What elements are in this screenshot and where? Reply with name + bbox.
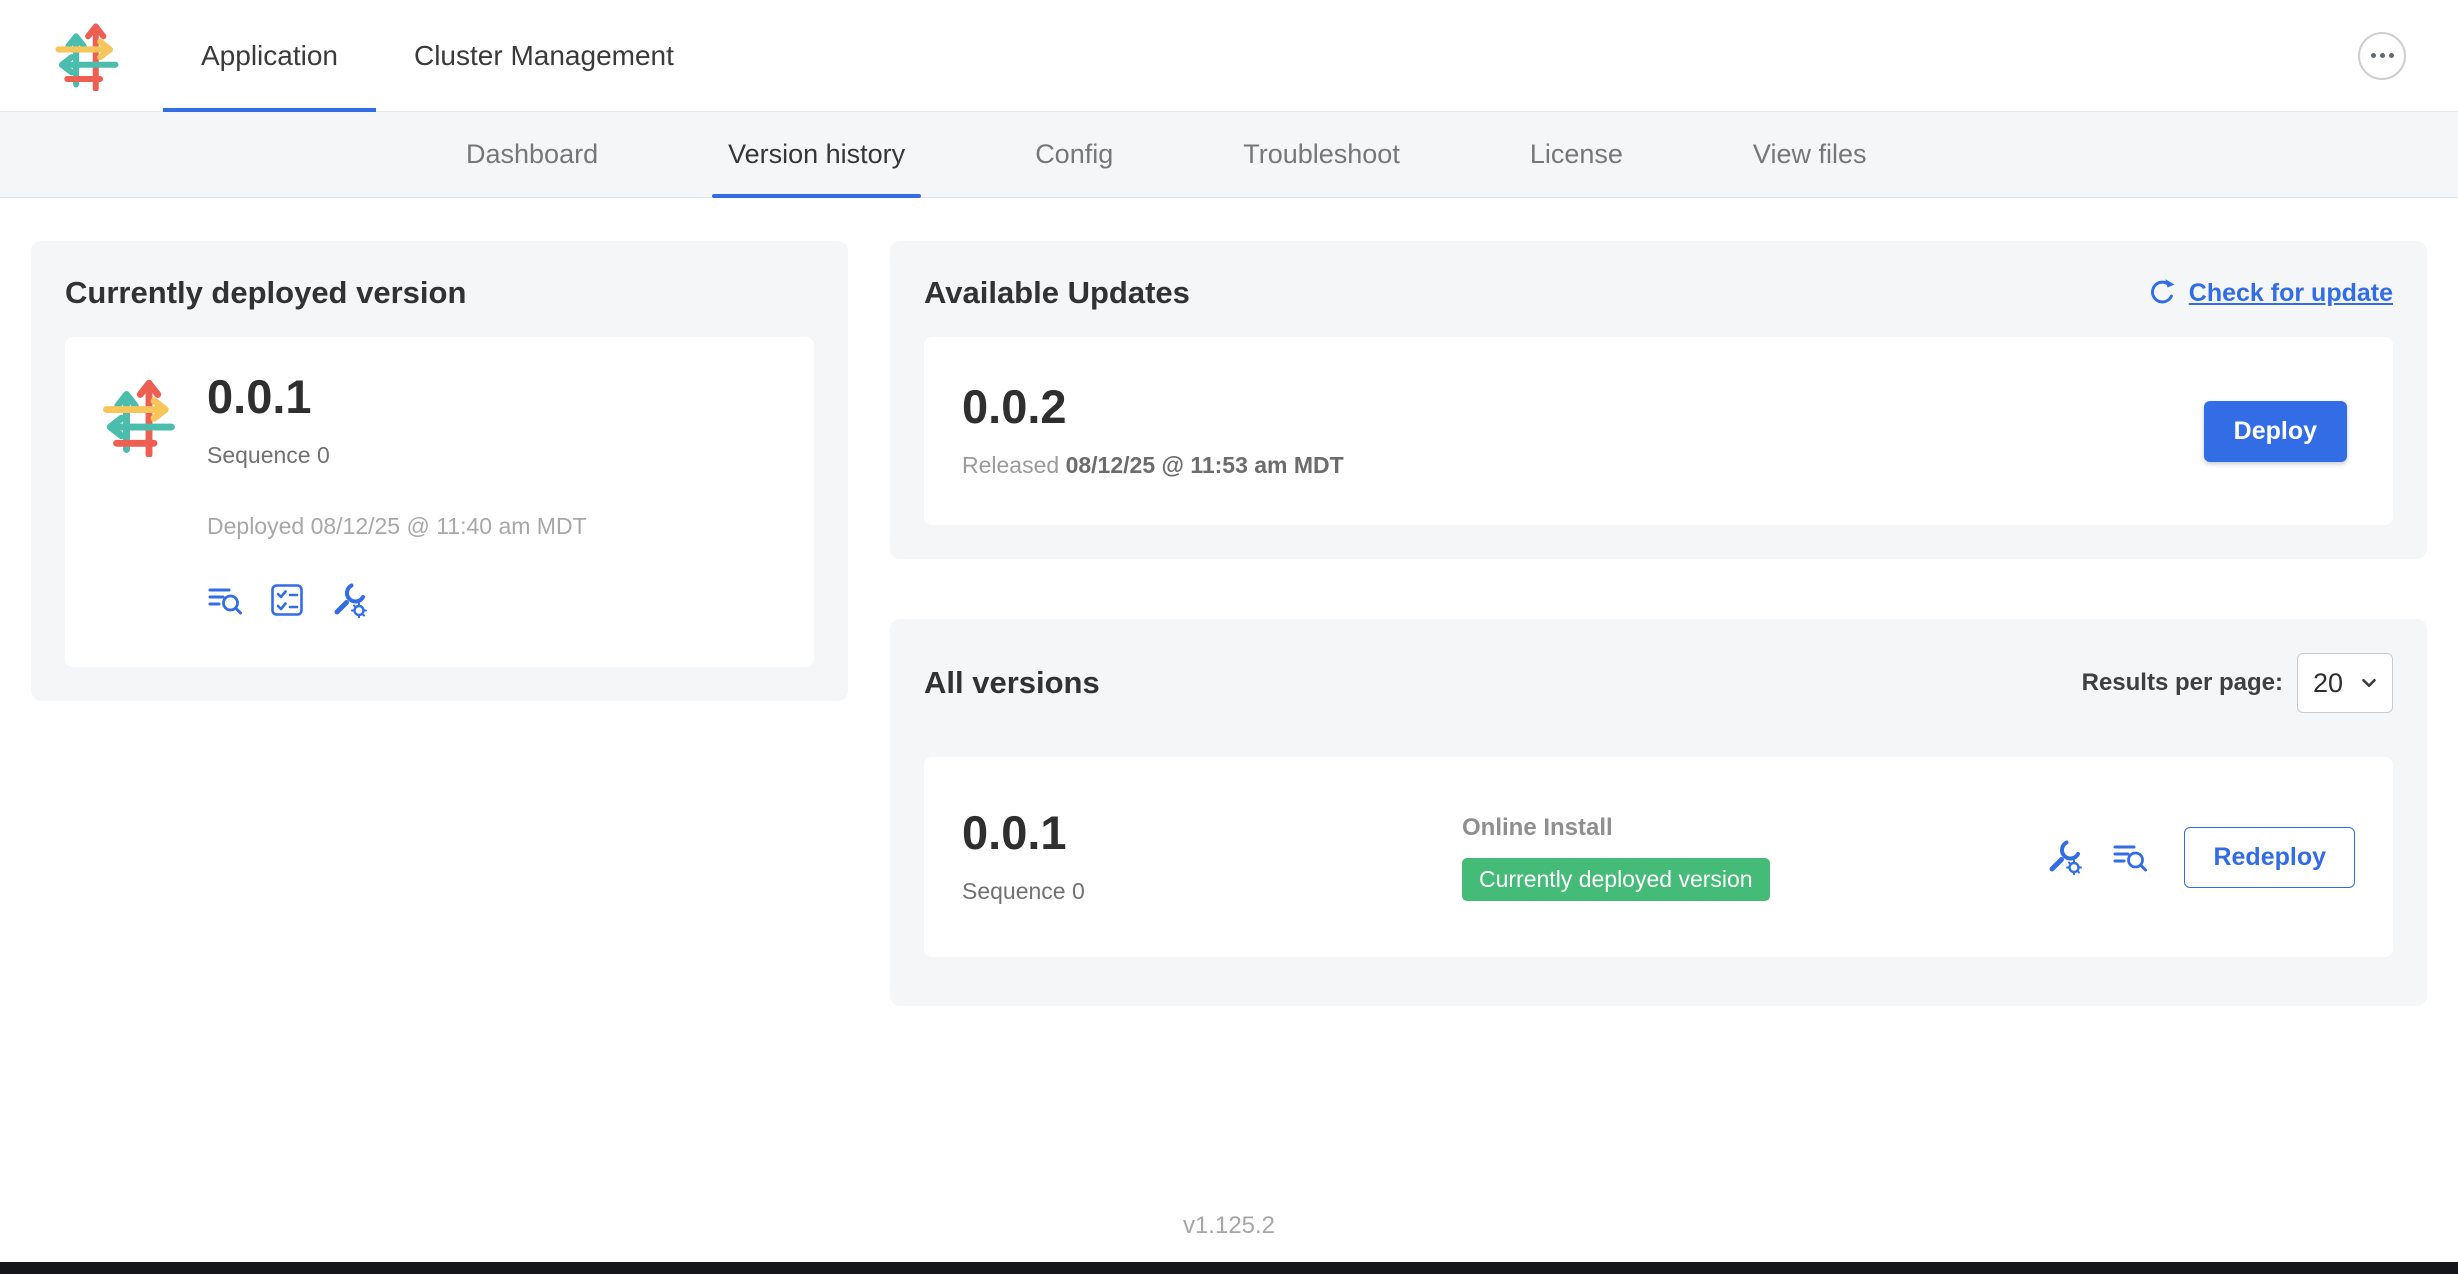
app-logo-icon bbox=[99, 377, 179, 457]
install-type-label: Online Install bbox=[1462, 814, 1613, 842]
update-info: 0.0.2 Released 08/12/25 @ 11:53 am MDT bbox=[962, 383, 1344, 479]
all-versions-header: All versions Results per page: 20 bbox=[924, 653, 2393, 713]
update-released-line: Released 08/12/25 @ 11:53 am MDT bbox=[962, 452, 1344, 479]
results-per-page-value: 20 bbox=[2313, 668, 2343, 699]
subnav-item-config[interactable]: Config bbox=[1019, 112, 1129, 197]
redeploy-button[interactable]: Redeploy bbox=[2184, 827, 2355, 888]
row-sequence: Sequence 0 bbox=[962, 878, 1462, 905]
subnav-item-view-files-label: View files bbox=[1753, 139, 1867, 170]
refresh-icon bbox=[2146, 278, 2177, 309]
subnav-item-view-files[interactable]: View files bbox=[1737, 112, 1883, 197]
deployed-timestamp: Deployed 08/12/25 @ 11:40 am MDT bbox=[207, 513, 587, 540]
all-versions-card: All versions Results per page: 20 0.0.1 … bbox=[890, 619, 2427, 1006]
app-logo-icon bbox=[52, 21, 122, 91]
deployed-sequence: Sequence 0 bbox=[207, 442, 587, 469]
currently-deployed-card: Currently deployed version 0.0.1 Sequenc… bbox=[31, 241, 848, 701]
tab-cluster-management[interactable]: Cluster Management bbox=[376, 0, 712, 111]
ellipsis-icon bbox=[2371, 53, 2394, 58]
subnav-item-license[interactable]: License bbox=[1514, 112, 1639, 197]
update-row: 0.0.2 Released 08/12/25 @ 11:53 am MDT D… bbox=[924, 337, 2393, 525]
released-timestamp: 08/12/25 @ 11:53 am MDT bbox=[1066, 452, 1344, 478]
bottom-bar bbox=[0, 1262, 2458, 1274]
more-menu-button[interactable] bbox=[2358, 32, 2406, 80]
tab-application[interactable]: Application bbox=[163, 0, 376, 111]
deploy-button[interactable]: Deploy bbox=[2204, 401, 2347, 462]
subnav-item-troubleshoot-label: Troubleshoot bbox=[1243, 139, 1400, 170]
available-updates-title: Available Updates bbox=[924, 275, 1190, 311]
subnav-item-license-label: License bbox=[1530, 139, 1623, 170]
tab-application-label: Application bbox=[201, 40, 338, 72]
preflight-checks-icon[interactable] bbox=[269, 582, 305, 618]
check-for-update-link[interactable]: Check for update bbox=[2146, 278, 2393, 309]
app-logo bbox=[52, 0, 122, 111]
available-updates-header: Available Updates Check for update bbox=[924, 275, 2393, 311]
main-content: Currently deployed version 0.0.1 Sequenc… bbox=[0, 198, 2458, 1006]
chevron-down-icon bbox=[2358, 672, 2380, 694]
subnav-item-troubleshoot[interactable]: Troubleshoot bbox=[1227, 112, 1416, 197]
update-version-number: 0.0.2 bbox=[962, 383, 1344, 430]
currently-deployed-badge: Currently deployed version bbox=[1462, 858, 1770, 901]
version-row-status: Online Install Currently deployed versio… bbox=[1462, 814, 1770, 901]
subnav-item-config-label: Config bbox=[1035, 139, 1113, 170]
top-navbar: Application Cluster Management bbox=[0, 0, 2458, 112]
deployed-actions bbox=[207, 582, 587, 618]
all-versions-title: All versions bbox=[924, 665, 1100, 701]
check-for-update-label: Check for update bbox=[2189, 279, 2393, 308]
version-row-actions: Redeploy bbox=[2046, 827, 2355, 888]
edit-config-icon[interactable] bbox=[331, 582, 367, 618]
results-per-page-select[interactable]: 20 bbox=[2297, 653, 2393, 713]
top-tabs: Application Cluster Management bbox=[163, 0, 712, 111]
available-updates-card: Available Updates Check for update 0.0.2… bbox=[890, 241, 2427, 559]
app-subnav: Dashboard Version history Config Trouble… bbox=[0, 112, 2458, 198]
results-per-page-label: Results per page: bbox=[2082, 669, 2283, 697]
released-label: Released bbox=[962, 452, 1059, 478]
tab-cluster-management-label: Cluster Management bbox=[414, 40, 674, 72]
version-row-info: 0.0.1 Sequence 0 bbox=[962, 809, 1462, 905]
deployed-version-number: 0.0.1 bbox=[207, 373, 587, 420]
results-per-page: Results per page: 20 bbox=[2082, 653, 2393, 713]
currently-deployed-title: Currently deployed version bbox=[65, 275, 814, 311]
release-notes-icon[interactable] bbox=[2112, 839, 2148, 875]
subnav-item-dashboard[interactable]: Dashboard bbox=[450, 112, 614, 197]
release-notes-icon[interactable] bbox=[207, 582, 243, 618]
subnav-item-dashboard-label: Dashboard bbox=[466, 139, 598, 170]
right-column: Available Updates Check for update 0.0.2… bbox=[890, 241, 2427, 1006]
version-row: 0.0.1 Sequence 0 Online Install Currentl… bbox=[924, 757, 2393, 957]
subnav-item-version-history[interactable]: Version history bbox=[712, 112, 921, 197]
deployed-version-info: 0.0.1 Sequence 0 Deployed 08/12/25 @ 11:… bbox=[207, 373, 587, 618]
subnav-item-version-history-label: Version history bbox=[728, 139, 905, 170]
edit-config-icon[interactable] bbox=[2046, 839, 2082, 875]
row-version-number: 0.0.1 bbox=[962, 809, 1462, 856]
currently-deployed-version-panel: 0.0.1 Sequence 0 Deployed 08/12/25 @ 11:… bbox=[65, 337, 814, 667]
console-version: v1.125.2 bbox=[0, 1212, 2458, 1240]
